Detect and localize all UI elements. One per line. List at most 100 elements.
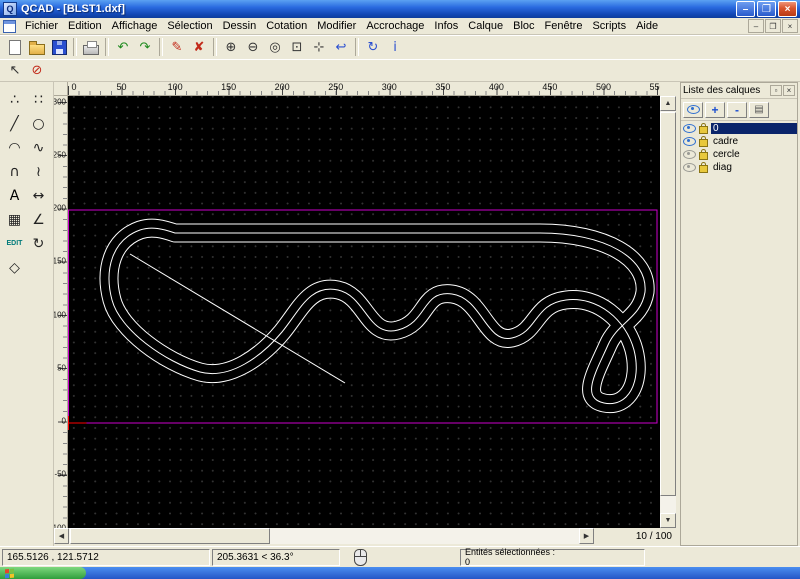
layer-lock-icon[interactable] xyxy=(699,161,708,173)
menu-bar: Fichier Edition Affichage Sélection Dessin Co… xyxy=(0,18,800,35)
delete-button[interactable]: ✘ xyxy=(188,37,210,58)
toolbar-separator xyxy=(213,38,217,56)
layer-visibility-icon[interactable] xyxy=(683,124,696,133)
mdi-restore-button[interactable]: ❐ xyxy=(765,19,781,33)
block-tool-icon: ◇ xyxy=(9,259,20,276)
layer-visibility-icon[interactable] xyxy=(683,163,696,172)
point-tool[interactable]: ∴ xyxy=(3,88,26,111)
menu-bloc[interactable]: Bloc xyxy=(508,19,539,33)
layer-row-cercle[interactable]: cercle xyxy=(681,148,797,161)
hatch-tool[interactable]: ▦ xyxy=(3,208,26,231)
maximize-button[interactable]: ❐ xyxy=(757,1,776,17)
pointer-tool-button[interactable]: ↖ xyxy=(4,60,26,81)
vscroll-thumb[interactable] xyxy=(660,112,676,496)
menu-calque[interactable]: Calque xyxy=(463,19,508,33)
layer-lock-icon[interactable] xyxy=(699,135,708,147)
menu-modifier[interactable]: Modifier xyxy=(312,19,361,33)
draw-pen-button[interactable]: ✎ xyxy=(166,37,188,58)
arc-tool[interactable]: ◠ xyxy=(3,136,26,159)
menu-edition[interactable]: Edition xyxy=(63,19,107,33)
mouse-hint-area xyxy=(348,549,372,566)
layer-row-diag[interactable]: diag xyxy=(681,161,797,174)
redraw-button[interactable]: ↻ xyxy=(362,37,384,58)
print-button[interactable] xyxy=(80,37,102,58)
polyline-tool[interactable]: ≀ xyxy=(27,160,50,183)
zoom-in-icon: ⊕ xyxy=(225,39,237,55)
menu-accrochage[interactable]: Accrochage xyxy=(361,19,429,33)
ellipse-tool[interactable]: ∩ xyxy=(3,160,26,183)
vertical-ruler: 300250200150100500-50-100 xyxy=(54,96,68,528)
spline-tool[interactable]: ∿ xyxy=(27,136,50,159)
ruler-label-x: 50 xyxy=(116,82,127,92)
deselect-all-button[interactable]: ⊘ xyxy=(26,60,48,81)
redo-button[interactable]: ↷ xyxy=(134,37,156,58)
layer-visibility-icon[interactable] xyxy=(683,150,696,159)
zoom-window-button[interactable]: ⊡ xyxy=(286,37,308,58)
menu-infos[interactable]: Infos xyxy=(429,19,463,33)
info-button[interactable]: i xyxy=(384,37,406,58)
zoom-out-icon: ⊖ xyxy=(247,39,259,55)
layer-list: 0 cadre cercle diag xyxy=(681,121,797,174)
menu-items: Fichier Edition Affichage Sélection Dessin Co… xyxy=(20,19,663,33)
layer-lock-icon[interactable] xyxy=(699,122,708,134)
spline-tool-icon: ∿ xyxy=(32,139,45,156)
draw-pen-icon: ✎ xyxy=(171,39,183,55)
new-file-button[interactable] xyxy=(4,37,26,58)
zoom-in-button[interactable]: ⊕ xyxy=(220,37,242,58)
app-icon: Q xyxy=(3,2,17,16)
circle-tool[interactable]: ○ xyxy=(27,112,50,135)
menu-fenetre[interactable]: Fenêtre xyxy=(540,19,588,33)
menu-cotation[interactable]: Cotation xyxy=(261,19,312,33)
text-tool[interactable]: A xyxy=(3,184,26,207)
panel-close-button[interactable]: × xyxy=(783,85,795,96)
menu-affichage[interactable]: Affichage xyxy=(107,19,163,33)
open-file-button[interactable] xyxy=(26,37,48,58)
measure-tool[interactable]: ∠ xyxy=(27,208,50,231)
panel-dock-button[interactable]: ▫ xyxy=(770,85,782,96)
save-file-button[interactable] xyxy=(48,37,70,58)
edit-tool[interactable]: EDIT xyxy=(3,232,26,255)
scroll-right-arrow[interactable]: ▶ xyxy=(579,528,594,544)
mdi-minimize-button[interactable]: – xyxy=(748,19,764,33)
zoom-previous-button[interactable]: ↩ xyxy=(330,37,352,58)
menu-fichier[interactable]: Fichier xyxy=(20,19,63,33)
toggle-visibility-button[interactable] xyxy=(683,101,703,118)
scroll-down-arrow[interactable]: ▼ xyxy=(660,513,676,528)
layer-lock-icon[interactable] xyxy=(699,148,708,160)
circle-tool-icon: ○ xyxy=(32,115,45,132)
zoom-auto-button[interactable]: ◎ xyxy=(264,37,286,58)
polar-coordinates: 205.3631 < 36.3° xyxy=(212,549,340,566)
menu-selection[interactable]: Sélection xyxy=(162,19,217,33)
modify-tool[interactable]: ↻ xyxy=(27,232,50,255)
zoom-out-button[interactable]: ⊖ xyxy=(242,37,264,58)
scroll-up-arrow[interactable]: ▲ xyxy=(660,96,676,111)
select-tool[interactable]: ∷ xyxy=(27,88,50,111)
menu-aide[interactable]: Aide xyxy=(631,19,663,33)
zoom-pan-button[interactable]: ⊹ xyxy=(308,37,330,58)
modify-tool-icon: ↻ xyxy=(32,235,45,252)
menu-dessin[interactable]: Dessin xyxy=(218,19,262,33)
select-tool-icon: ∷ xyxy=(34,91,43,108)
selected-entities-field: Entités sélectionnées : 0 xyxy=(460,547,645,566)
start-button[interactable] xyxy=(0,567,86,579)
menu-scripts[interactable]: Scripts xyxy=(587,19,631,33)
minimize-button[interactable]: – xyxy=(736,1,755,17)
remove-layer-button[interactable]: - xyxy=(727,101,747,118)
layer-row-cadre[interactable]: cadre xyxy=(681,135,797,148)
layer-visibility-icon[interactable] xyxy=(683,137,696,146)
ruler-label-y: 150 xyxy=(54,256,66,266)
layer-row-0[interactable]: 0 xyxy=(681,122,797,135)
undo-button[interactable]: ↶ xyxy=(112,37,134,58)
ruler-label-y: 200 xyxy=(54,203,66,213)
dimension-tool[interactable]: ↔ xyxy=(27,184,50,207)
hscroll-thumb[interactable] xyxy=(70,528,270,544)
block-tool[interactable]: ◇ xyxy=(3,256,26,279)
drawing-canvas[interactable] xyxy=(68,96,660,528)
mdi-close-button[interactable]: × xyxy=(782,19,798,33)
close-button[interactable]: × xyxy=(778,1,797,17)
layer-attributes-button[interactable]: ▤ xyxy=(749,101,769,118)
scroll-left-arrow[interactable]: ◀ xyxy=(54,528,69,544)
layer-name: 0 xyxy=(711,123,797,134)
add-layer-button[interactable]: + xyxy=(705,101,725,118)
line-tool[interactable]: ╱ xyxy=(3,112,26,135)
